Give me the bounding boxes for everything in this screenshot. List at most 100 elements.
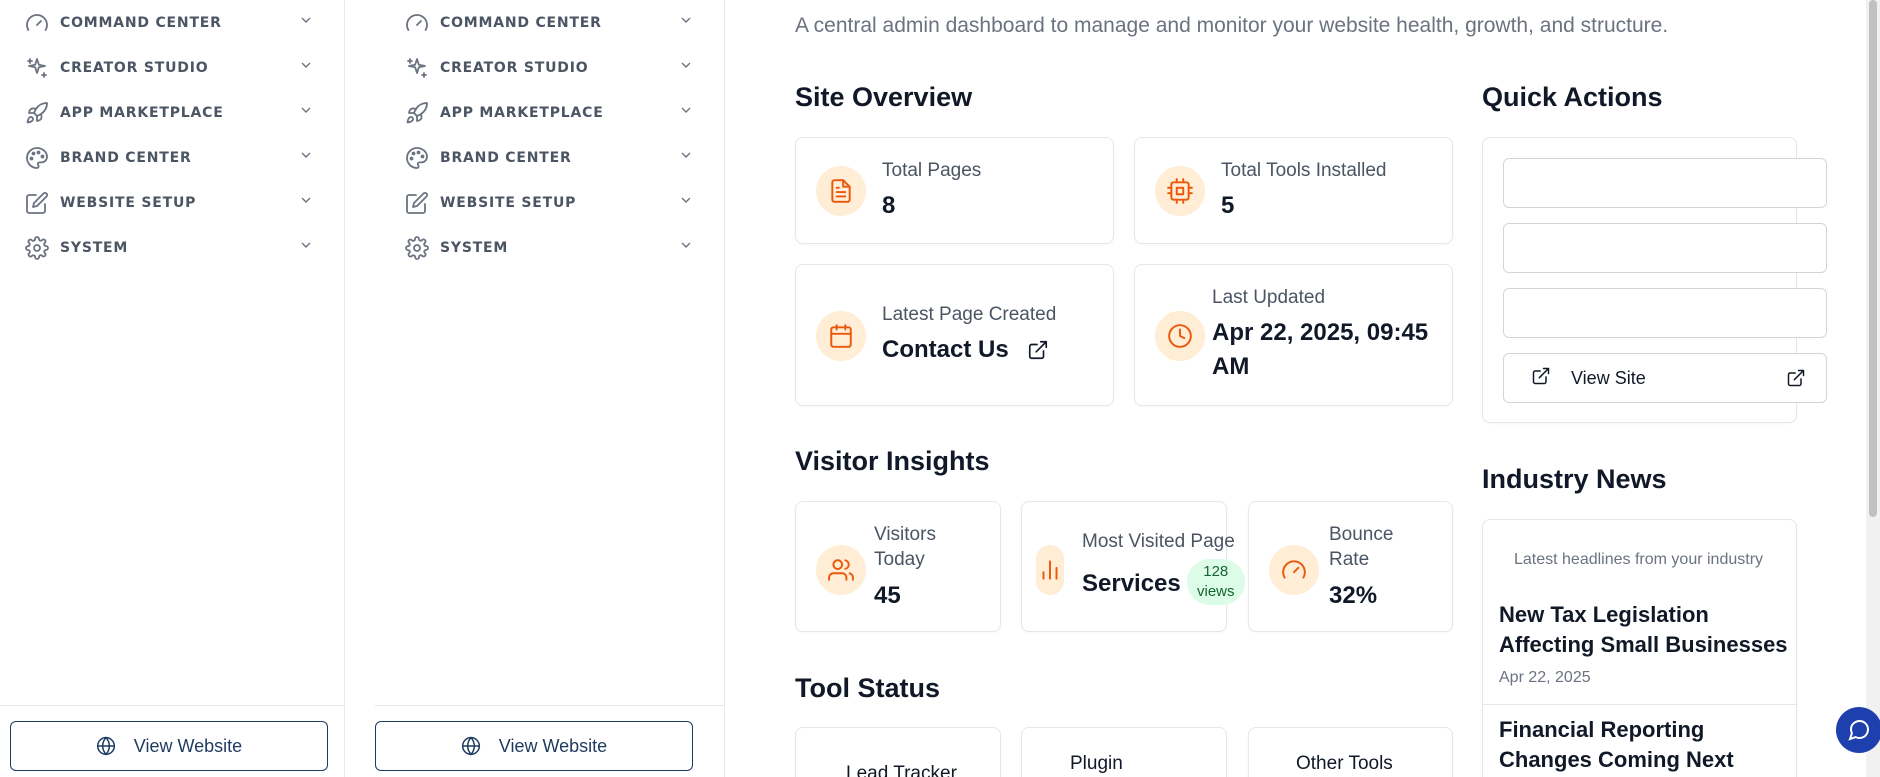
news-date: Apr 22, 2025 — [1499, 669, 1591, 686]
chat-button[interactable] — [1836, 707, 1880, 753]
sidebar-item-label: BRAND CENTER — [60, 149, 192, 166]
chevron-down-icon — [678, 12, 694, 33]
scrollbar-thumb[interactable] — [1869, 0, 1877, 517]
rocket-icon — [404, 100, 430, 126]
news-item[interactable]: Financial Reporting Changes Coming Next — [1483, 715, 1796, 777]
news-title-line1: New Tax Legislation — [1499, 602, 1709, 627]
edit-icon — [404, 190, 430, 216]
tool-name: Plugin — [1070, 753, 1123, 774]
globe-icon — [461, 736, 480, 756]
gear-icon — [404, 235, 430, 261]
sidebar-item-label: CREATOR STUDIO — [440, 59, 589, 76]
sidebar-item-system[interactable]: SYSTEM — [24, 225, 314, 270]
clock-icon — [1155, 311, 1205, 361]
sidebar-item-brand-center[interactable]: BRAND CENTER — [404, 135, 694, 180]
site-overview-title: Site Overview — [795, 82, 973, 112]
quick-action-slot-3[interactable] — [1503, 288, 1827, 338]
visitors-today-card: Visitors Today 45 — [795, 501, 1001, 632]
sidebar-item-website-setup[interactable]: WEBSITE SETUP — [24, 180, 314, 225]
last-updated-card: Last Updated Apr 22, 2025, 09:45 AM — [1134, 264, 1453, 406]
sidebar-secondary: COMMAND CENTER CREATOR STUDIO APP MARKET… — [345, 0, 725, 777]
total-tools-value: 5 — [1221, 192, 1235, 219]
sidebar-item-command-center[interactable]: COMMAND CENTER — [404, 0, 694, 45]
sidebar-item-app-marketplace[interactable]: APP MARKETPLACE — [404, 90, 694, 135]
view-website-button[interactable]: View Website — [375, 721, 693, 771]
external-link-icon[interactable] — [1027, 339, 1049, 366]
tool-card-plugin: Plugin — [1021, 727, 1227, 777]
chevron-down-icon — [298, 12, 314, 33]
industry-news-panel: Latest headlines from your industry New … — [1482, 519, 1797, 777]
palette-icon — [404, 145, 430, 171]
views-badge: 128 views — [1187, 559, 1245, 605]
latest-page-card: Latest Page Created Contact Us — [795, 264, 1114, 406]
sidebar-footer: View Website — [0, 705, 344, 777]
sidebar-item-creator-studio[interactable]: CREATOR STUDIO — [404, 45, 694, 90]
view-website-label: View Website — [133, 735, 243, 756]
sparkles-icon — [24, 55, 50, 81]
gauge-icon — [404, 10, 430, 36]
sidebar-item-label: APP MARKETPLACE — [60, 104, 224, 121]
news-item[interactable]: New Tax Legislation Affecting Small Busi… — [1483, 600, 1796, 705]
sidebar-item-creator-studio[interactable]: CREATOR STUDIO — [24, 45, 314, 90]
quick-action-slot-1[interactable] — [1503, 158, 1827, 208]
view-website-button[interactable]: View Website — [10, 721, 328, 771]
sidebar-nav: COMMAND CENTER CREATOR STUDIO APP MARKET… — [404, 0, 694, 270]
view-website-label: View Website — [498, 735, 608, 756]
total-pages-label: Total Pages — [882, 160, 982, 181]
view-site-button[interactable]: View Site — [1503, 353, 1827, 403]
most-visited-label: Most Visited Page — [1082, 531, 1235, 552]
sidebar-footer: View Website — [375, 705, 724, 777]
chevron-down-icon — [678, 57, 694, 78]
file-text-icon — [816, 166, 866, 216]
quick-action-slot-2[interactable] — [1503, 223, 1827, 273]
sidebar-item-label: WEBSITE SETUP — [60, 194, 197, 211]
industry-news-subtitle: Latest headlines from your industry — [1514, 551, 1764, 568]
tool-status-title: Tool Status — [795, 673, 940, 703]
most-visited-value: Services — [1082, 570, 1181, 597]
news-title-line2: Affecting Small Businesses — [1499, 632, 1788, 657]
chevron-down-icon — [678, 147, 694, 168]
views-badge-count: 128 — [1203, 563, 1229, 580]
globe-icon — [96, 736, 115, 756]
total-pages-value: 8 — [882, 192, 896, 219]
last-updated-value-line2: AM — [1212, 353, 1250, 380]
cpu-icon — [1155, 166, 1205, 216]
sidebar-item-brand-center[interactable]: BRAND CENTER — [24, 135, 314, 180]
chevron-down-icon — [298, 147, 314, 168]
sidebar-item-label: CREATOR STUDIO — [60, 59, 209, 76]
chevron-down-icon — [678, 192, 694, 213]
tool-card-lead-tracker: Lead Tracker — [795, 727, 1001, 777]
views-badge-unit: views — [1197, 583, 1235, 600]
page-scrollbar[interactable] — [1866, 0, 1880, 777]
bounce-rate-label-line1: Bounce — [1329, 524, 1394, 545]
edit-icon — [24, 190, 50, 216]
sidebar-nav: COMMAND CENTER CREATOR STUDIO APP MARKET… — [24, 0, 314, 270]
last-updated-label: Last Updated — [1212, 287, 1326, 308]
chevron-down-icon — [298, 57, 314, 78]
visitor-insights-title: Visitor Insights — [795, 446, 990, 476]
bar-chart-icon — [1036, 545, 1064, 595]
news-title-line2: Changes Coming Next — [1499, 747, 1734, 772]
sidebar-item-website-setup[interactable]: WEBSITE SETUP — [404, 180, 694, 225]
page-subtitle: A central admin dashboard to manage and … — [795, 14, 1669, 37]
visitors-today-value: 45 — [874, 582, 901, 609]
quick-actions-title: Quick Actions — [1482, 82, 1663, 112]
tool-card-other-tools: Other Tools — [1248, 727, 1453, 777]
sidebar-item-command-center[interactable]: COMMAND CENTER — [24, 0, 314, 45]
chevron-down-icon — [298, 237, 314, 258]
tool-name: Lead Tracker — [846, 763, 957, 777]
sidebar-primary: COMMAND CENTER CREATOR STUDIO APP MARKET… — [0, 0, 345, 777]
chevron-down-icon — [678, 102, 694, 123]
chevron-down-icon — [678, 237, 694, 258]
chevron-down-icon — [298, 192, 314, 213]
gauge-icon — [1269, 545, 1319, 595]
sidebar-item-label: COMMAND CENTER — [60, 14, 222, 31]
sidebar-item-app-marketplace[interactable]: APP MARKETPLACE — [24, 90, 314, 135]
rocket-icon — [24, 100, 50, 126]
most-visited-card: Most Visited Page Services 128 views — [1021, 501, 1245, 632]
sidebar-item-system[interactable]: SYSTEM — [404, 225, 694, 270]
latest-page-value[interactable]: Contact Us — [882, 332, 1009, 367]
message-circle-icon — [1848, 719, 1870, 741]
total-tools-card: Total Tools Installed 5 — [1134, 137, 1453, 244]
gauge-icon — [24, 10, 50, 36]
